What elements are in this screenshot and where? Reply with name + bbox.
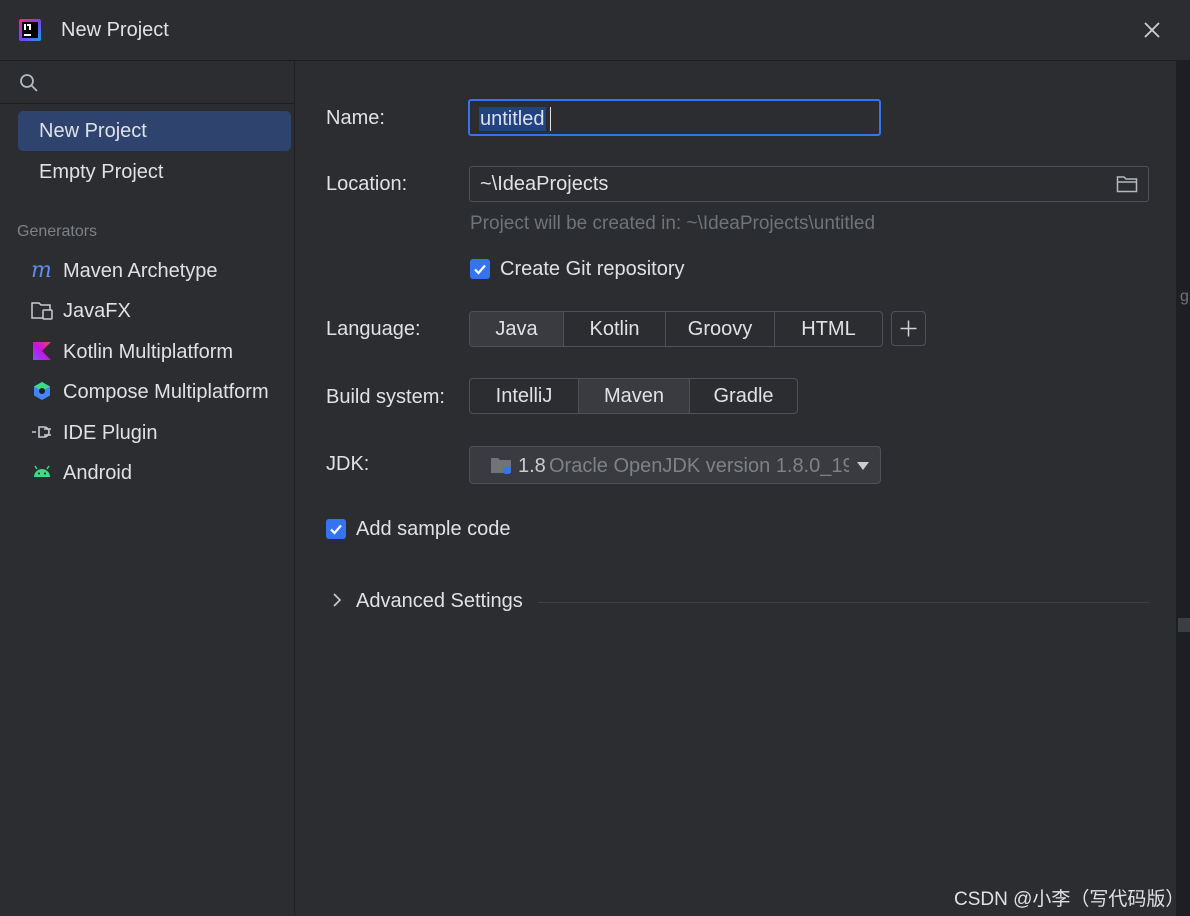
svg-text:m: m (31, 258, 52, 282)
jdk-version: 1.8 (518, 455, 546, 477)
location-label: Location: (326, 173, 408, 195)
name-label: Name: (326, 107, 385, 129)
sidebar-search[interactable] (0, 61, 294, 104)
create-git-checkbox[interactable] (470, 259, 490, 279)
sidebar-item-empty-project[interactable]: Empty Project (18, 152, 291, 192)
generator-javafx[interactable]: JavaFX (30, 293, 131, 329)
create-git-label[interactable]: Create Git repository (500, 258, 685, 281)
build-option-gradle[interactable]: Gradle (690, 379, 797, 413)
language-option-java[interactable]: Java (470, 312, 564, 346)
jdk-folder-icon (491, 458, 511, 474)
search-icon[interactable] (19, 73, 39, 93)
checkmark-icon (330, 524, 342, 535)
sidebar-item-new-project[interactable]: New Project (18, 111, 291, 151)
compose-icon (30, 379, 54, 403)
jdk-dropdown[interactable]: 1.8 Oracle OpenJDK version 1.8.0_19 (469, 446, 881, 484)
generator-label: Kotlin Multiplatform (63, 341, 234, 363)
name-input-value: untitled (479, 107, 546, 131)
jdk-label: JDK: (326, 453, 370, 475)
plus-icon (900, 320, 917, 337)
background-window-text: gL (1180, 288, 1190, 305)
sidebar-item-label: Empty Project (39, 161, 164, 183)
title-bar: New Project (0, 0, 1190, 61)
location-input[interactable]: ~\IdeaProjects (469, 166, 1149, 202)
javafx-icon (30, 298, 54, 322)
generator-label: Android (63, 462, 132, 484)
location-input-value: ~\IdeaProjects (480, 173, 609, 195)
maven-icon: m (30, 258, 54, 282)
plugin-icon (30, 420, 54, 444)
name-input[interactable]: untitled (468, 99, 881, 136)
language-label: Language: (326, 318, 421, 340)
generator-ide-plugin[interactable]: IDE Plugin (30, 415, 158, 451)
generator-label: JavaFX (63, 300, 131, 322)
generator-maven-archetype[interactable]: m Maven Archetype (30, 253, 218, 289)
language-option-groovy[interactable]: Groovy (666, 312, 775, 346)
generator-label: IDE Plugin (63, 422, 158, 444)
background-window-edge (1176, 61, 1190, 916)
generator-label: Compose Multiplatform (63, 381, 269, 403)
advanced-settings-toggle[interactable]: Advanced Settings (356, 590, 523, 613)
build-system-selector: IntelliJ Maven Gradle (469, 378, 798, 414)
language-option-kotlin[interactable]: Kotlin (564, 312, 666, 346)
window-title: New Project (61, 19, 169, 41)
generators-heading: Generators (17, 223, 98, 240)
build-option-intellij[interactable]: IntelliJ (470, 379, 579, 413)
android-icon (30, 460, 54, 484)
intellij-idea-icon (19, 19, 41, 41)
generator-kotlin-multiplatform[interactable]: Kotlin Multiplatform (30, 334, 233, 370)
language-selector: Java Kotlin Groovy HTML (469, 311, 883, 347)
text-caret (550, 107, 551, 131)
location-hint: Project will be created in: ~\IdeaProjec… (470, 213, 876, 234)
language-option-html[interactable]: HTML (775, 312, 882, 346)
kotlin-icon (30, 339, 54, 363)
sample-code-label[interactable]: Add sample code (356, 518, 511, 541)
advanced-settings-divider (538, 602, 1149, 603)
chevron-down-icon (857, 462, 869, 470)
jdk-description: Oracle OpenJDK version 1.8.0_19 (549, 455, 849, 477)
close-icon[interactable] (1141, 19, 1163, 41)
generator-label: Maven Archetype (63, 260, 218, 282)
watermark: CSDN @小李（写代码版） (954, 889, 1185, 910)
generator-compose-multiplatform[interactable]: Compose Multiplatform (30, 374, 269, 410)
sidebar-item-label: New Project (39, 120, 147, 142)
build-option-maven[interactable]: Maven (579, 379, 690, 413)
chevron-right-icon[interactable] (330, 592, 344, 608)
background-window-marker (1178, 618, 1190, 632)
build-system-label: Build system: (326, 386, 445, 408)
generator-android[interactable]: Android (30, 455, 132, 491)
add-language-button[interactable] (891, 311, 926, 346)
checkmark-icon (474, 264, 486, 275)
sample-code-checkbox[interactable] (326, 519, 346, 539)
folder-icon[interactable] (1116, 174, 1138, 194)
sidebar: New Project Empty Project Generators m M… (0, 61, 295, 916)
